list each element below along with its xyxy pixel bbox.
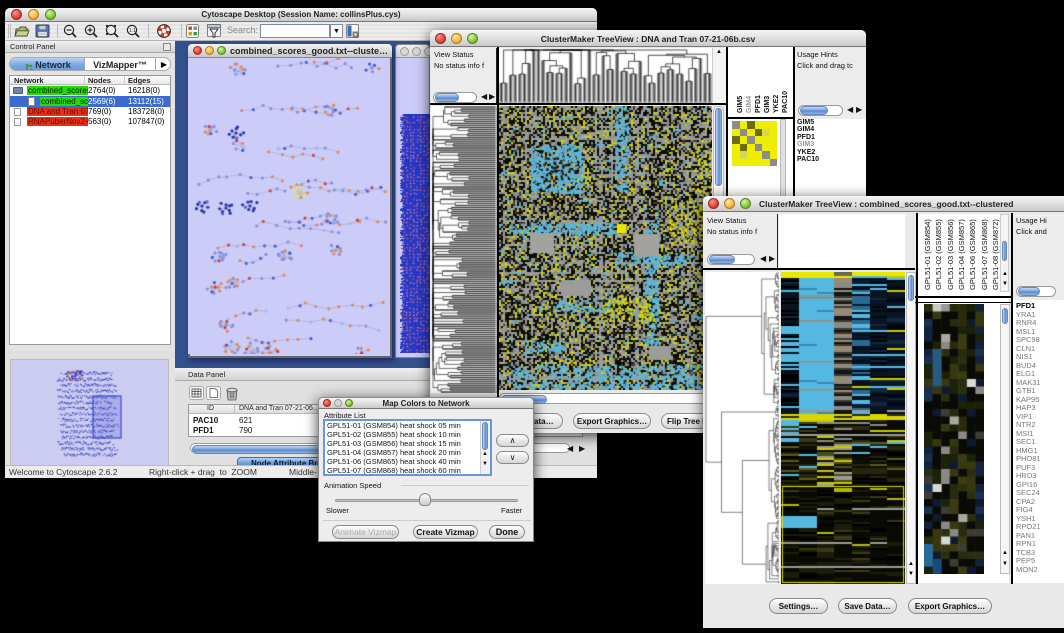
- svg-text:1:1: 1:1: [129, 28, 136, 34]
